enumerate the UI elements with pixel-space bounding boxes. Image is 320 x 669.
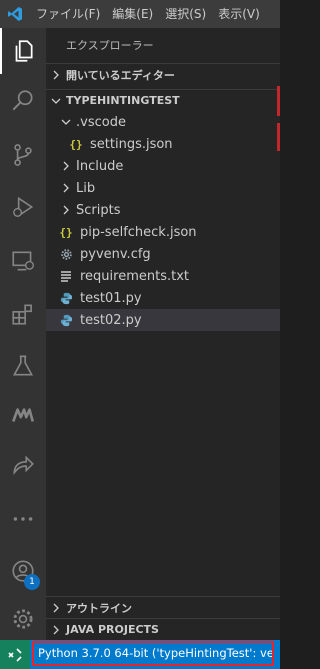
chevron-right-icon [58,183,74,193]
chevron-down-icon [58,117,74,127]
remote-indicator[interactable] [0,640,30,669]
tree-item-label: Lib [76,180,96,196]
python-file-icon [58,312,74,328]
chevron-right-icon [46,625,66,635]
tree-item-label: pip-selfcheck.json [80,224,197,240]
tree-item-label: Include [76,158,124,174]
title-bar: ファイル(F) 編集(E) 選択(S) 表示(V) [0,0,280,28]
tree-item-pyvenv-cfg[interactable]: pyvenv.cfg [46,243,280,265]
open-editors-section[interactable]: 開いているエディター [46,63,280,85]
tree-item-settings-json[interactable]: {} settings.json [46,133,280,155]
python-interpreter-selector[interactable]: Python 3.7.0 64-bit ('typeHintingTest': … [32,641,274,666]
menu-selection[interactable]: 選択(S) [159,0,212,28]
chevron-right-icon [58,161,74,171]
sidebar-title: エクスプローラー [66,39,154,52]
tree-item-vscode[interactable]: .vscode [46,111,280,133]
activity-bar: 1 [0,28,46,640]
tree-item-test02[interactable]: test02.py [46,309,280,331]
tree-item-scripts[interactable]: Scripts [46,199,280,221]
run-debug-icon[interactable] [0,184,46,230]
manage-gear-icon[interactable] [0,596,46,642]
chevron-right-icon [46,603,66,613]
source-control-icon[interactable] [0,132,46,178]
remote-explorer-icon[interactable] [0,238,46,284]
chevron-down-icon [46,96,66,106]
file-tree: .vscode {} settings.json Include Lib Scr… [46,111,280,331]
bottom-sections: アウトライン JAVA PROJECTS [46,596,280,640]
tree-item-label: Scripts [76,202,121,218]
tree-item-lib[interactable]: Lib [46,177,280,199]
gear-file-icon [58,246,74,262]
workspace-label: TYPEHINTINGTEST [66,94,180,107]
tree-item-pip-selfcheck[interactable]: {} pip-selfcheck.json [46,221,280,243]
menu-file[interactable]: ファイル(F) [30,0,106,28]
tree-item-label: test01.py [80,290,142,306]
json-file-icon: {} [59,225,73,239]
tree-item-test01[interactable]: test01.py [46,287,280,309]
active-indicator [0,28,2,74]
outline-label: アウトライン [66,601,132,615]
accounts-icon[interactable]: 1 [0,548,46,594]
chevron-right-icon [46,70,66,80]
chevron-right-icon [58,205,74,215]
tree-item-label: requirements.txt [80,268,190,284]
scrollbar-marker [277,123,280,151]
status-bar: Python 3.7.0 64-bit ('typeHintingTest': … [0,640,280,669]
tree-item-include[interactable]: Include [46,155,280,177]
tree-item-label: pyvenv.cfg [80,246,151,262]
open-editors-label: 開いているエディター [66,68,175,82]
tree-item-label: .vscode [76,114,126,130]
outline-section[interactable]: アウトライン [46,596,280,618]
tree-item-label: settings.json [90,136,173,152]
python-file-icon [58,290,74,306]
extensions-icon[interactable] [0,291,46,337]
explorer-icon[interactable] [0,28,46,74]
explorer-sidebar: エクスプローラー 開いているエディター TYPEHINTINGTEST .vsc… [46,28,280,640]
tree-item-requirements[interactable]: requirements.txt [46,265,280,287]
json-file-icon: {} [69,137,83,151]
scrollbar-marker [277,86,280,116]
text-file-icon [58,268,74,284]
vscode-logo-icon [0,0,30,28]
menu-view[interactable]: 表示(V) [212,0,266,28]
m-extension-icon[interactable] [0,392,46,438]
accounts-badge: 1 [24,574,40,590]
java-projects-section[interactable]: JAVA PROJECTS [46,618,280,640]
tree-item-label: test02.py [80,312,142,328]
remote-icon [8,647,22,662]
testing-icon[interactable] [0,343,46,389]
more-icon[interactable] [0,496,46,542]
workspace-section[interactable]: TYPEHINTINGTEST [46,89,280,111]
menu-edit[interactable]: 編集(E) [106,0,159,28]
search-icon[interactable] [0,78,46,124]
live-share-icon[interactable] [0,442,46,488]
java-projects-label: JAVA PROJECTS [66,623,159,636]
